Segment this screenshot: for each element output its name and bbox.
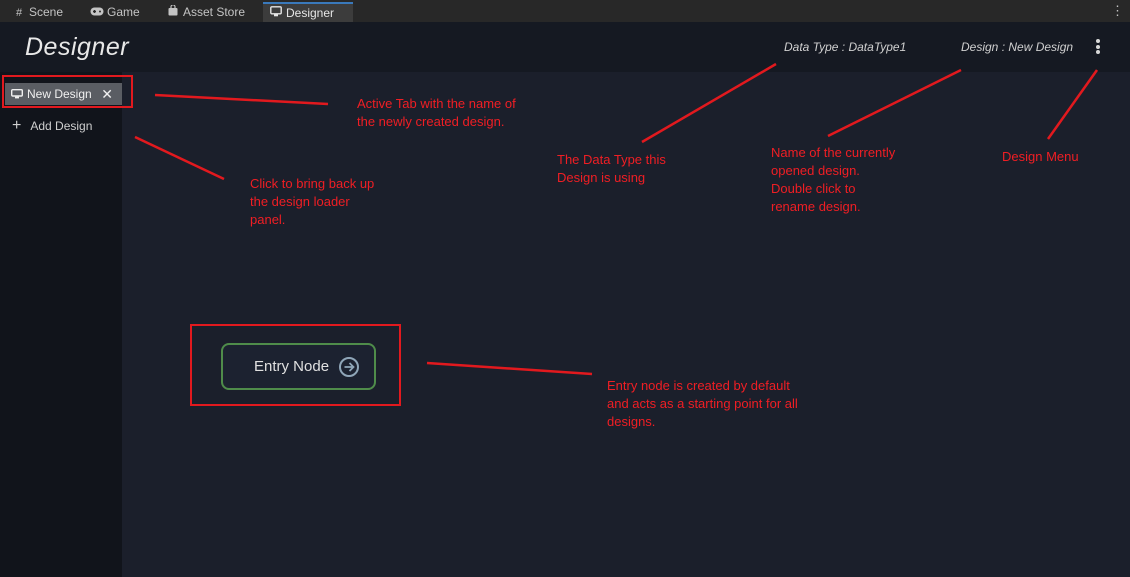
annotation-line: and acts as a starting point for all [607,396,798,411]
annotation-data-type: The Data Type this Design is using [557,151,666,187]
annotation-line: Design is using [557,170,646,185]
annotation-line: panel. [250,212,286,227]
arrow-line-active-tab [154,93,329,106]
arrow-line-entry-node [426,361,593,376]
arrow-line-add-design [134,135,225,181]
annotation-line: the newly created design. [357,114,505,129]
annotation-line: designs. [607,414,656,429]
annotation-line: the design loader [250,194,350,209]
annotation-line: Name of the currently [771,145,896,160]
annotation-add-design: Click to bring back up the design loader… [250,175,374,229]
annotation-line: rename design. [771,199,861,214]
arrow-line-design-name [827,68,962,138]
annotation-line: The Data Type this [557,152,666,167]
annotation-line: Double click to [771,181,856,196]
annotation-design-menu: Design Menu [1002,148,1079,166]
annotation-line: Click to bring back up [250,176,375,191]
annotation-line: Design Menu [1002,149,1079,164]
annotation-lines [134,62,1099,376]
annotation-line: Entry node is created by default [607,378,790,393]
annotation-entry-node: Entry node is created by default and act… [607,377,798,431]
annotation-active-tab: Active Tab with the name of the newly cr… [357,95,516,131]
annotation-line: Active Tab with the name of [357,96,516,111]
annotation-design-name: Name of the currently opened design. Dou… [771,144,895,216]
annotation-line: opened design. [771,163,860,178]
arrow-line-data-type [641,62,777,144]
arrow-line-design-menu [1046,69,1099,140]
